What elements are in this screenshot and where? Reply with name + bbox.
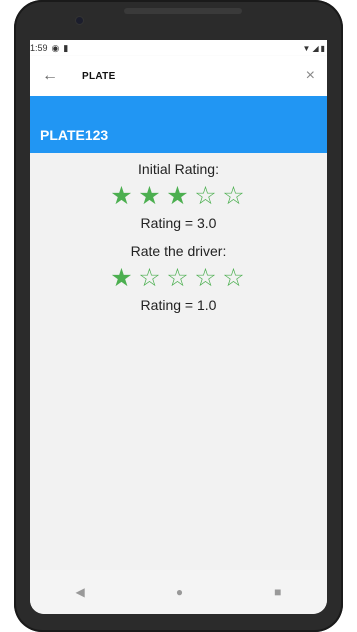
star-empty-icon: ☆ <box>222 182 247 210</box>
star-empty-icon[interactable]: ☆ <box>165 263 193 293</box>
app-bar: ← PLATE × <box>30 56 327 96</box>
star-empty-icon[interactable]: ☆ <box>137 263 165 293</box>
close-icon[interactable]: × <box>306 67 315 85</box>
initial-rating-stars: ★ ★ ★ ☆ ☆ <box>30 181 327 211</box>
rating-content: Initial Rating: ★ ★ ★ ☆ ☆ Rating = 3.0 Rate … <box>30 161 327 313</box>
initial-rating-value: Rating = 3.0 <box>140 215 217 231</box>
plate-banner: PLATE123 <box>30 96 327 153</box>
system-nav-bar: ◀ ● ■ <box>30 570 327 614</box>
initial-rating-label: Initial Rating: <box>138 161 219 177</box>
battery-icon: ▮ <box>320 43 325 53</box>
plate-number: PLATE123 <box>40 127 109 143</box>
signal-icon: ◢ <box>312 43 319 53</box>
nav-home-icon[interactable]: ● <box>176 585 183 599</box>
status-right: ▼ ◢ ▮ <box>303 44 325 53</box>
nav-recents-icon[interactable]: ■ <box>274 585 281 599</box>
driver-rating-stars[interactable]: ★ ☆ ☆ ☆ ☆ <box>30 263 327 293</box>
back-arrow-icon[interactable]: ← <box>42 67 82 85</box>
sd-card-icon: ▮ <box>63 42 69 53</box>
screen: 1:59 ◉ ▮ ▼ ◢ ▮ ← PLATE × PLATE123 Initia… <box>30 40 327 614</box>
star-empty-icon[interactable]: ☆ <box>221 263 249 293</box>
speaker-grille <box>124 8 242 14</box>
status-time: 1:59 <box>30 43 48 53</box>
phone-frame: 1:59 ◉ ▮ ▼ ◢ ▮ ← PLATE × PLATE123 Initia… <box>14 0 343 632</box>
driver-rating-label: Rate the driver: <box>130 243 227 259</box>
app-title: PLATE <box>82 70 116 82</box>
status-bar: 1:59 ◉ ▮ ▼ ◢ ▮ <box>30 40 327 56</box>
star-filled-icon: ★ <box>110 182 135 210</box>
star-empty-icon: ☆ <box>194 182 219 210</box>
notification-icon: ◉ <box>51 42 60 53</box>
star-filled-icon: ★ <box>138 182 163 210</box>
status-left: 1:59 ◉ ▮ <box>30 43 68 54</box>
wifi-icon: ▼ <box>302 43 311 53</box>
star-empty-icon[interactable]: ☆ <box>193 263 221 293</box>
nav-back-icon[interactable]: ◀ <box>76 585 85 599</box>
star-filled-icon: ★ <box>166 182 191 210</box>
camera-icon <box>76 17 83 24</box>
driver-rating-value: Rating = 1.0 <box>140 297 217 313</box>
star-filled-icon[interactable]: ★ <box>109 263 137 293</box>
